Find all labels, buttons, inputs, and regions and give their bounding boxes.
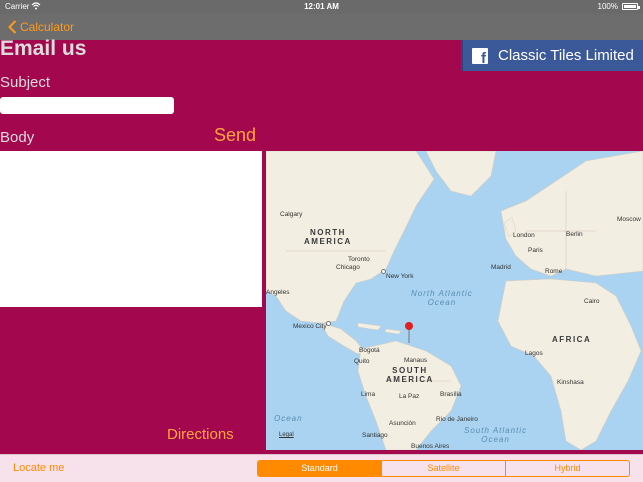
city-bogota: Bogotá [359,347,380,354]
legal-link[interactable]: Legal [279,432,294,438]
facebook-label: Classic Tiles Limited [498,47,634,64]
city-moscow: Moscow [617,216,641,223]
label-north-america: NORTH AMERICA [304,228,352,246]
city-paris: Paris [528,247,543,254]
segment-satellite[interactable]: Satellite [381,461,505,476]
city-calgary: Calgary [280,211,303,218]
city-cairo: Cairo [584,298,600,305]
city-santiago: Santiago [362,432,388,439]
subject-input[interactable] [0,97,174,114]
page-title: Email us [0,37,87,60]
city-angeles: Angeles [266,289,290,296]
map-view[interactable]: NORTH AMERICA SOUTH AMERICA AFRICA North A… [266,151,643,450]
city-manaus: Manaus [404,357,428,364]
city-brasilia: Brasília [440,391,462,398]
battery-percent: 100% [597,2,618,11]
chevron-left-icon [8,20,17,34]
facebook-button[interactable]: f Classic Tiles Limited [461,40,643,71]
city-buenos-aires: Buenos Aires [411,443,450,450]
status-bar: Carrier 12:01 AM 100% [0,0,643,14]
facebook-icon: f [472,47,488,66]
city-london: London [513,232,535,239]
segment-standard[interactable]: Standard [258,461,381,476]
location-pin[interactable] [405,322,413,330]
city-asuncion: Asunción [389,420,416,427]
city-new-york: New York [386,273,414,280]
city-quito: Quito [354,358,370,365]
label-south-america: SOUTH AMERICA [386,366,434,384]
clock: 12:01 AM [304,2,339,11]
send-button[interactable]: Send [214,125,256,146]
navigation-bar: Calculator [0,14,643,40]
label-south-atlantic: South Atlantic Ocean [464,426,528,444]
bottom-toolbar: Locate me Standard Satellite Hybrid [0,454,643,482]
city-rome: Rome [545,268,563,275]
city-lima: Lima [361,391,376,398]
city-lagos: Lagos [525,350,543,357]
body-input[interactable] [0,151,262,307]
directions-button[interactable]: Directions [167,426,234,443]
label-africa: AFRICA [552,335,592,344]
city-kinshasa: Kinshasa [557,379,584,386]
city-mexico-city: Mexico City [293,323,327,330]
subject-label: Subject [0,74,51,91]
label-north-atlantic: North Atlantic Ocean [411,289,473,307]
city-chicago: Chicago [336,264,360,271]
label-pacific: Ocean [274,414,303,423]
locate-me-button[interactable]: Locate me [13,462,64,474]
city-berlin: Berlin [566,231,583,238]
segment-hybrid[interactable]: Hybrid [505,461,629,476]
city-toronto: Toronto [348,256,370,263]
city-madrid: Madrid [491,264,511,271]
body-label: Body [0,129,35,146]
city-la-paz: La Paz [399,393,420,400]
back-button[interactable]: Calculator [8,18,74,36]
city-rio: Rio de Janeiro [436,416,478,423]
back-label: Calculator [20,20,75,34]
battery-icon [622,3,640,10]
map-type-segmented-control: Standard Satellite Hybrid [257,460,630,477]
